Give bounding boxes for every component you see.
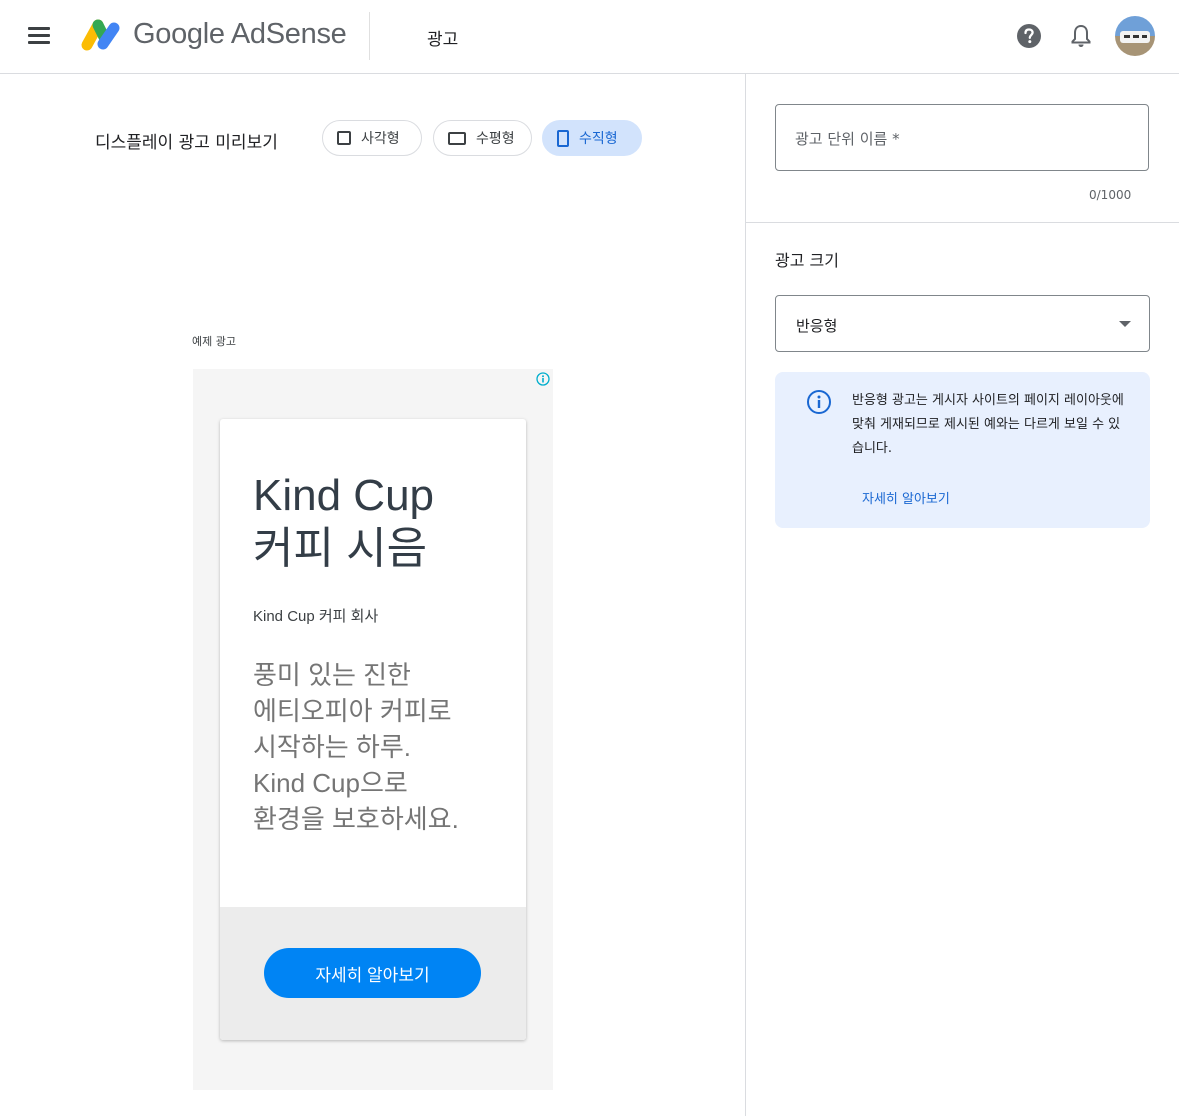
- page-title: 광고: [427, 30, 459, 50]
- info-icon: [807, 390, 831, 414]
- ad-headline-line: Kind Cup: [253, 471, 435, 520]
- ad-size-select[interactable]: 반응형: [775, 295, 1150, 352]
- sample-ad-label: 예제 광고: [192, 335, 236, 348]
- chip-label: 수직형: [579, 131, 618, 147]
- ad-card-footer: 자세히 알아보기: [220, 907, 526, 1040]
- preview-title: 디스플레이 광고 미리보기: [95, 133, 278, 153]
- preview-pane: 디스플레이 광고 미리보기 사각형 수평형 수직형 예제 광고 Kind Cup…: [0, 74, 745, 1116]
- chip-square[interactable]: 사각형: [322, 120, 422, 156]
- ad-advertiser: Kind Cup 커피 회사: [253, 608, 379, 625]
- bell-icon[interactable]: [1069, 23, 1093, 49]
- ad-preview-frame: Kind Cup 커피 시음 Kind Cup 커피 회사 풍미 있는 진한 에…: [193, 369, 553, 1090]
- ad-cta-button[interactable]: 자세히 알아보기: [264, 948, 481, 998]
- menu-icon[interactable]: [26, 24, 52, 48]
- ad-description-line: 에티오피아 커피로: [253, 696, 452, 726]
- top-app-bar: Google AdSense 광고: [0, 0, 1179, 74]
- responsive-info-box: 반응형 광고는 게시자 사이트의 페이지 레이아웃에 맞춰 게재되므로 제시된 …: [775, 372, 1150, 528]
- settings-pane: 광고 단위 이름 * 0/1000 광고 크기 반응형 반응형 광고는 게시자 …: [745, 74, 1179, 1116]
- vertical-rect-icon: [557, 129, 569, 147]
- chip-horizontal[interactable]: 수평형: [433, 120, 532, 156]
- ad-unit-name-placeholder: 광고 단위 이름 *: [795, 130, 900, 148]
- brand-name: Google AdSense: [133, 18, 347, 50]
- ad-unit-name-field[interactable]: 광고 단위 이름 *: [775, 104, 1149, 171]
- horizontal-rect-icon: [448, 131, 466, 145]
- ad-description-line: 풍미 있는 진한: [253, 660, 411, 690]
- square-icon: [337, 131, 351, 145]
- char-counter: 0/1000: [1089, 188, 1132, 202]
- chip-label: 수평형: [476, 131, 515, 147]
- header-divider: [369, 12, 370, 60]
- info-icon[interactable]: [536, 372, 550, 386]
- divider: [746, 222, 1179, 223]
- ad-description: 풍미 있는 진한 에티오피아 커피로 시작하는 하루. Kind Cup으로 환…: [253, 657, 518, 837]
- ad-description-line: 시작하는 하루.: [253, 732, 411, 762]
- ad-headline: Kind Cup 커피 시음: [253, 469, 513, 575]
- ad-size-label: 광고 크기: [775, 251, 839, 270]
- chip-label: 사각형: [361, 131, 400, 147]
- ad-headline-line: 커피 시음: [253, 524, 428, 573]
- ad-size-value: 반응형: [796, 317, 838, 335]
- adsense-logo[interactable]: [78, 15, 122, 53]
- ad-description-line: Kind Cup으로: [253, 768, 408, 798]
- responsive-info-text: 반응형 광고는 게시자 사이트의 페이지 레이아웃에 맞춰 게재되므로 제시된 …: [852, 393, 1124, 456]
- ad-card[interactable]: Kind Cup 커피 시음 Kind Cup 커피 회사 풍미 있는 진한 에…: [220, 419, 526, 1040]
- ad-description-line: 환경을 보호하세요.: [253, 804, 459, 834]
- chip-vertical[interactable]: 수직형: [542, 120, 642, 156]
- help-icon[interactable]: [1016, 23, 1042, 49]
- dropdown-arrow-icon: [1119, 321, 1131, 327]
- learn-more-link[interactable]: 자세히 알아보기: [862, 488, 950, 507]
- avatar[interactable]: [1115, 16, 1155, 56]
